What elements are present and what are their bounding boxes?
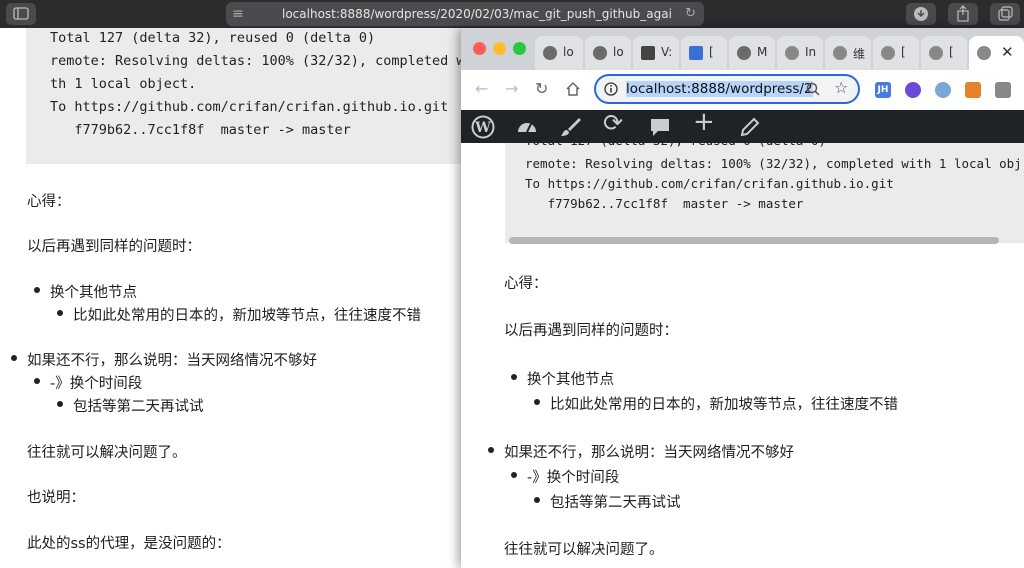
list-item: 比如此处常用的日本的，新加坡等节点，往往速度不错 [550,397,898,413]
bullet-marker [34,378,40,384]
browser-tab[interactable]: V: [633,36,679,70]
svg-text:W: W [474,120,491,136]
bullet-marker [511,472,517,478]
list-item: -》换个时间段 [50,376,143,392]
bullet-marker [534,399,540,405]
share-icon [957,5,969,22]
safari-toolbar: ≡ localhost:8888/wordpress/2020/02/03/ma… [0,0,1024,28]
bullet-marker [11,355,17,361]
browser-tab[interactable]: M [729,36,775,70]
list-item: 比如此处常用的日本的，新加坡等节点，往往速度不错 [73,308,421,324]
reload-icon[interactable]: ↻ [685,2,696,26]
extension-icon[interactable] [995,82,1011,98]
horizontal-scrollbar[interactable] [509,237,999,244]
wordpress-icon [977,46,991,60]
close-tab-icon[interactable]: ✕ [1001,43,1014,61]
wordpress-icon [881,46,895,60]
bookmark-star-icon[interactable]: ☆ [834,78,848,97]
browser-tab[interactable]: lo [585,36,631,70]
forward-icon[interactable]: → [505,79,518,98]
downloads-button[interactable] [906,3,936,25]
code-line: remote: Resolving deltas: 100% (32/32), … [525,156,1022,171]
list-item: 换个其他节点 [527,372,614,388]
globe-icon [737,46,751,60]
globe-icon [543,46,557,60]
section-heading: 心得： [27,194,71,210]
home-icon[interactable] [565,81,581,97]
wordpress-icon [785,46,799,60]
tab-strip: lo lo V: [ M In 维 [ [ ✕ [461,28,1024,70]
share-button[interactable] [948,3,978,25]
active-browser-tab[interactable]: ✕ [969,36,1024,70]
list-item: -》换个时间段 [527,470,620,486]
code-line: To https://github.com/crifan/crifan.gith… [525,176,894,191]
browser-tab[interactable]: In [777,36,823,70]
close-window-button[interactable] [473,42,486,55]
list-item: 如果还不行，那么说明：当天网络情况不够好 [27,353,317,369]
code-line: remote: Resolving deltas: 100% (32/32), … [50,53,473,69]
paragraph: 以后再遇到同样的问题时： [504,323,678,339]
reader-icon[interactable]: ≡ [232,2,244,26]
code-line: f779b62..7cc1f8f master -> master [525,196,804,211]
bullet-marker [511,374,517,380]
list-item: 包括等第二天再试试 [73,399,204,415]
code-block: Total 127 (delta 32), reused 0 (delta 0)… [505,133,1024,244]
paragraph: 也说明： [27,490,85,506]
back-icon[interactable]: ← [475,79,488,98]
browser-toolbar: ← → ↻ localhost:8888/wordpress/2 ☆ JH [461,70,1024,111]
wordpress-icon [929,46,943,60]
wordpress-icon [833,46,847,60]
book-icon [641,46,655,60]
globe-icon [593,46,607,60]
reload-icon[interactable]: ↻ [535,79,548,98]
bullet-marker [34,287,40,293]
safari-address-text: localhost:8888/wordpress/2020/02/03/mac_… [282,7,672,21]
code-line: f779b62..7cc1f8f master -> master [50,122,351,138]
list-item: 如果还不行，那么说明：当天网络情况不够好 [504,445,794,461]
code-line: Total 127 (delta 32), reused 0 (delta 0) [525,133,827,148]
jh-extension-icon[interactable]: JH [875,82,891,98]
minimize-window-button[interactable] [493,42,506,55]
code-line: Total 127 (delta 32), reused 0 (delta 0) [50,30,376,46]
browser-tab[interactable]: 维 [825,36,871,70]
sidebar-icon [13,7,29,20]
address-bar[interactable]: localhost:8888/wordpress/2 ☆ [594,74,860,104]
bullet-marker [57,401,63,407]
info-icon[interactable] [604,82,618,96]
react-icon[interactable] [935,82,951,98]
address-text: localhost:8888/wordpress/2 [626,81,813,97]
list-item: 包括等第二天再试试 [550,495,681,511]
maximize-window-button[interactable] [513,42,526,55]
download-icon [914,7,928,21]
code-line: To https://github.com/crifan/crifan.gith… [50,99,449,115]
browser-tab[interactable]: [ [921,36,967,70]
chrome-window: lo lo V: [ M In 维 [ [ ✕ ← → ↻ localhost:… [461,28,1024,568]
paragraph: 以后再遇到同样的问题时： [27,239,201,255]
bullet-marker [534,497,540,503]
paragraph: 往往就可以解决问题了。 [27,445,187,461]
sidebar-toggle-button[interactable] [6,3,36,25]
browser-tab[interactable]: [ [681,36,727,70]
wordpress-logo-icon[interactable]: W [471,115,495,139]
extension-icon[interactable] [965,82,981,98]
bullet-marker [488,447,494,453]
browser-tab[interactable]: [ [873,36,919,70]
paragraph: 往往就可以解决问题了。 [504,542,664,558]
code-line: th 1 local object. [50,76,197,92]
zoom-icon[interactable] [806,82,820,96]
tabs-icon [998,6,1013,21]
bullet-marker [57,310,63,316]
extension-icon[interactable] [905,82,921,98]
list-item: 换个其他节点 [50,285,137,301]
section-heading: 心得： [504,276,548,292]
safari-address-bar[interactable]: ≡ localhost:8888/wordpress/2020/02/03/ma… [226,2,704,26]
site-icon [689,46,703,60]
browser-tab[interactable]: lo [535,36,583,70]
paragraph: 此处的ss的代理，是没问题的： [27,536,231,552]
tab-overview-button[interactable] [990,3,1020,25]
